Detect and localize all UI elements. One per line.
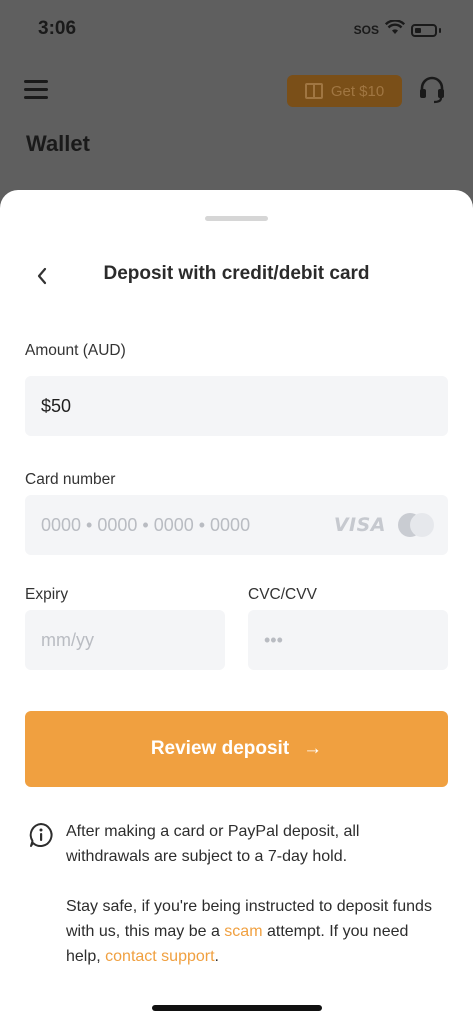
expiry-label: Expiry: [25, 586, 69, 603]
battery-icon: [411, 23, 437, 37]
review-deposit-label: Review deposit: [150, 738, 290, 759]
promo-label: Get $10: [330, 82, 385, 100]
home-indicator: [152, 1005, 322, 1011]
expiry-placeholder: mm/yy: [41, 629, 94, 650]
amount-label: Amount (AUD): [25, 342, 126, 359]
cvc-input[interactable]: •••: [248, 610, 448, 670]
notice-safety-text: Stay safe, if you're being instructed to…: [66, 894, 436, 969]
card-number-input[interactable]: 0000 • 0000 • 0000 • 0000 VISA: [25, 495, 448, 555]
amount-input[interactable]: $50: [25, 376, 448, 436]
status-bar: 3:06 SOS: [0, 0, 473, 56]
cvc-placeholder: •••: [264, 629, 283, 650]
visa-icon: VISA: [333, 514, 386, 536]
contact-support-link[interactable]: contact support: [105, 948, 214, 965]
notice-safety-part3: .: [214, 948, 219, 965]
background-page-title: Wallet: [26, 131, 90, 156]
deposit-sheet: Deposit with credit/debit card Amount (A…: [0, 190, 473, 1024]
card-number-label: Card number: [25, 471, 116, 488]
card-number-placeholder: 0000 • 0000 • 0000 • 0000: [41, 514, 251, 535]
gift-icon: [304, 83, 323, 99]
menu-icon: [24, 80, 48, 100]
battery-cap: [439, 27, 441, 33]
notice-hold-text: After making a card or PayPal deposit, a…: [66, 823, 360, 865]
amount-value: $50: [41, 395, 72, 416]
sos-indicator: SOS: [353, 23, 379, 37]
status-indicators: SOS: [353, 19, 441, 40]
status-time: 3:06: [38, 18, 77, 39]
info-icon: [28, 822, 54, 848]
sheet-title: Deposit with credit/debit card: [103, 263, 370, 284]
mastercard-icon: [398, 513, 434, 537]
review-deposit-button[interactable]: Review deposit →: [25, 711, 448, 787]
expiry-input[interactable]: mm/yy: [25, 610, 225, 670]
card-brand-icons: VISA: [334, 495, 434, 555]
sheet-grabber[interactable]: [205, 216, 268, 221]
promo-button: Get $10: [287, 75, 402, 107]
headset-icon: [417, 74, 447, 104]
wifi-icon: [384, 19, 406, 40]
scam-link[interactable]: scam: [224, 923, 262, 940]
cvc-label: CVC/CVV: [248, 586, 317, 603]
deposit-notice: After making a card or PayPal deposit, a…: [66, 819, 436, 994]
arrow-right-icon: →: [303, 738, 323, 759]
